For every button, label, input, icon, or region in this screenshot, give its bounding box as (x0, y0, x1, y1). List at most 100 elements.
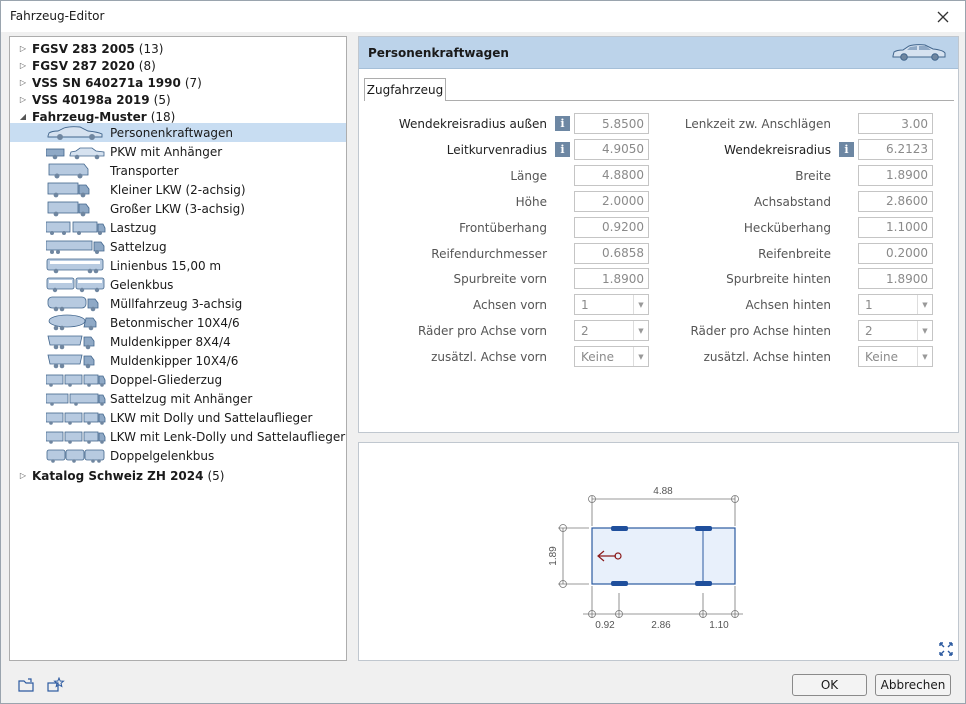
numeric-field[interactable]: 0.6858 (574, 242, 649, 264)
chevron-down-icon[interactable]: ▼ (917, 321, 932, 341)
tree-item-vehicle[interactable]: Sattelzug mit Anhänger (10, 389, 346, 408)
dropdown-field[interactable]: Keine ▼ (858, 346, 933, 368)
tree-item-label: Gelenkbus (110, 277, 174, 292)
numeric-field[interactable]: 1.8900 (574, 268, 649, 290)
chevron-down-icon[interactable]: ▼ (633, 321, 648, 341)
field-label: Reifenbreite (758, 246, 831, 261)
numeric-field[interactable]: 0.9200 (574, 216, 649, 238)
car-trailer-icon (46, 147, 105, 160)
numeric-field[interactable]: 4.8800 (574, 164, 649, 186)
info-icon[interactable]: i (839, 141, 854, 157)
collapsed-arrow-icon[interactable]: ▷ (18, 95, 28, 104)
dropdown-value: 2 (865, 323, 873, 338)
field-label: Wendekreisradius (724, 142, 831, 157)
tree-item-vehicle[interactable]: PKW mit Anhänger (10, 142, 346, 161)
tree-item-vehicle[interactable]: Muldenkipper 8X4/4 (10, 332, 346, 351)
truck-icon (47, 201, 90, 217)
tree-item-label: LKW mit Dolly und Sattelauflieger (110, 410, 313, 425)
cancel-button[interactable]: Abbrechen (875, 674, 951, 696)
dropdown-field[interactable]: 2 ▼ (574, 320, 649, 342)
dropdown-value: 1 (581, 297, 589, 312)
vehicle-tree[interactable]: ▷ FGSV 283 2005 (13) ▷ FGSV 287 2020 (8) ▷ VSS … (9, 36, 347, 661)
window-title: Fahrzeug-Editor (10, 9, 105, 23)
tree-item-vehicle[interactable]: Betonmischer 10X4/6 (10, 313, 346, 332)
tree-group-count: (8) (138, 58, 156, 73)
panel-header: Personenkraftwagen (359, 37, 958, 69)
fit-view-icon[interactable] (938, 641, 954, 657)
numeric-field[interactable]: 2.8600 (858, 190, 933, 212)
tree-item-vehicle[interactable]: Linienbus 15,00 m (10, 256, 346, 275)
field-label: zusätzl. Achse vorn (431, 350, 547, 365)
numeric-field[interactable]: 2.0000 (574, 190, 649, 212)
tree-group-label: FGSV 287 2020 (32, 58, 135, 73)
wheel (611, 526, 628, 531)
tree-item-vehicle[interactable]: Sattelzug (10, 237, 346, 256)
semi-truck-icon (46, 240, 105, 254)
wheel (695, 581, 712, 586)
chevron-down-icon[interactable]: ▼ (633, 347, 648, 367)
dropdown-field[interactable]: 1 ▼ (858, 294, 933, 316)
dim-rear-overhang: 1.10 (709, 620, 729, 631)
collapsed-arrow-icon[interactable]: ▷ (18, 44, 28, 53)
chevron-down-icon[interactable]: ▼ (633, 295, 648, 315)
tree-item-vehicle[interactable]: LKW mit Dolly und Sattelauflieger (10, 408, 346, 427)
tree-group-label: Fahrzeug-Muster (32, 109, 147, 124)
field-label: Leitkurvenradius (446, 142, 547, 157)
dim-length: 4.88 (653, 486, 673, 497)
tree-group-count: (5) (153, 92, 171, 107)
tree-item-label: Betonmischer 10X4/6 (110, 315, 240, 330)
tree-group[interactable]: ▷ Katalog Schweiz ZH 2024 (5) (10, 466, 346, 485)
field-label: Achsen vorn (472, 298, 547, 313)
tree-group-label: VSS SN 640271a 1990 (32, 75, 181, 90)
info-icon[interactable]: i (555, 116, 570, 131)
tree-item-label: Linienbus 15,00 m (110, 258, 222, 273)
field-label: Länge (510, 168, 547, 183)
dump-truck-icon (47, 354, 95, 369)
field-label: Breite (795, 168, 831, 183)
numeric-field[interactable]: 5.8500 (574, 113, 649, 134)
numeric-field[interactable]: 1.8900 (858, 164, 933, 186)
info-icon[interactable]: i (555, 141, 570, 157)
garbage-truck-icon (47, 296, 99, 312)
dropdown-field[interactable]: Keine ▼ (574, 346, 649, 368)
tree-item-vehicle[interactable]: Transporter (10, 161, 346, 180)
numeric-field[interactable]: 1.8900 (858, 268, 933, 290)
collapsed-arrow-icon[interactable]: ▷ (18, 61, 28, 70)
close-button[interactable] (925, 4, 961, 29)
dropdown-value: Keine (865, 349, 898, 364)
open-folder-button[interactable] (17, 675, 37, 695)
collapsed-arrow-icon[interactable]: ▷ (18, 471, 28, 480)
dropdown-field[interactable]: 1 ▼ (574, 294, 649, 316)
numeric-field[interactable]: 3.00 (858, 113, 933, 134)
chevron-down-icon[interactable]: ▼ (917, 347, 932, 367)
tab-zugfahrzeug[interactable]: Zugfahrzeug (364, 78, 446, 101)
numeric-field[interactable]: 1.1000 (858, 216, 933, 238)
tree-item-vehicle[interactable]: Gelenkbus (10, 275, 346, 294)
dropdown-field[interactable]: 2 ▼ (858, 320, 933, 342)
tree-item-vehicle[interactable]: Müllfahrzeug 3-achsig (10, 294, 346, 313)
tree-item-vehicle[interactable]: Doppelgelenkbus (10, 446, 346, 465)
favorite-button[interactable] (46, 675, 66, 695)
numeric-field[interactable]: 4.9050 (574, 138, 649, 160)
tree-item-label: Doppelgelenkbus (110, 448, 215, 463)
chevron-down-icon[interactable]: ▼ (917, 295, 932, 315)
ok-button[interactable]: OK (792, 674, 867, 696)
tree-item-vehicle[interactable]: LKW mit Lenk-Dolly und Sattelauflieger (10, 427, 346, 446)
tree-item-vehicle[interactable]: Muldenkipper 10X4/6 (10, 351, 346, 370)
car-icon (892, 44, 946, 61)
tree-item-vehicle[interactable]: Doppel-Gliederzug (10, 370, 346, 389)
van-icon (48, 163, 89, 179)
collapsed-arrow-icon[interactable]: ▷ (18, 78, 28, 87)
tree-item-vehicle[interactable]: Lastzug (10, 218, 346, 237)
tree-item-vehicle[interactable]: Großer LKW (3-achsig) (10, 199, 346, 218)
field-label: Reifendurchmesser (431, 246, 547, 261)
field-label: Achsen hinten (745, 298, 832, 313)
tree-item-label: Doppel-Gliederzug (110, 372, 223, 387)
expanded-arrow-icon[interactable]: ◢ (18, 112, 28, 121)
numeric-field[interactable]: 6.2123 (858, 138, 933, 160)
numeric-field[interactable]: 0.2000 (858, 242, 933, 264)
tree-item-label: Transporter (110, 163, 179, 178)
tree-item-vehicle[interactable]: Personenkraftwagen (10, 123, 346, 142)
field-label: Frontüberhang (459, 220, 547, 235)
tree-item-vehicle[interactable]: Kleiner LKW (2-achsig) (10, 180, 346, 199)
